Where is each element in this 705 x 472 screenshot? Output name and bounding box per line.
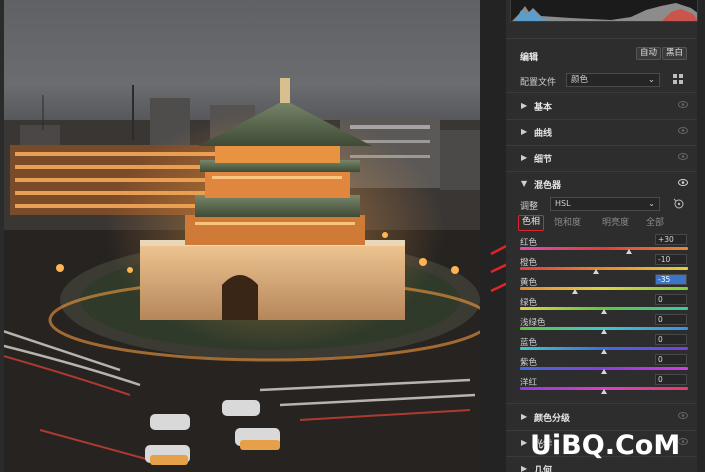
slider-thumb[interactable] bbox=[592, 269, 599, 274]
chevron-right-icon: ▶ bbox=[521, 412, 528, 421]
section-basic[interactable]: ▶ 基本 bbox=[506, 93, 697, 119]
slider-value-input[interactable]: -10 bbox=[655, 254, 687, 265]
section-detail[interactable]: ▶ 细节 bbox=[506, 145, 697, 171]
slider-track[interactable] bbox=[520, 247, 688, 250]
chevron-down-icon: ⌄ bbox=[647, 75, 655, 85]
adjust-label: 调整 bbox=[520, 202, 539, 212]
chevron-right-icon: ▶ bbox=[521, 464, 528, 472]
develop-panel: 编辑 自动 黑白 配置文件 颜色 ⌄ ▶ 基本 ▶ 曲线 ▶ 细节 ▼ 混色器 … bbox=[506, 0, 705, 472]
bell-tower-night-photo bbox=[0, 0, 480, 472]
hsl-slider-row: 洋红 0 bbox=[520, 374, 692, 396]
chevron-right-icon: ▶ bbox=[521, 127, 528, 136]
slider-track[interactable] bbox=[520, 267, 688, 270]
eye-icon[interactable] bbox=[678, 179, 688, 186]
slider-thumb[interactable] bbox=[601, 389, 607, 394]
histogram bbox=[510, 0, 698, 22]
section-label: 混色器 bbox=[534, 181, 562, 191]
slider-value-input[interactable]: 0 bbox=[655, 354, 687, 365]
hsl-slider-row: 红色 +30 bbox=[520, 234, 692, 256]
eye-icon[interactable] bbox=[678, 101, 688, 108]
slider-thumb[interactable] bbox=[571, 289, 578, 294]
chevron-down-icon: ⌄ bbox=[648, 199, 655, 208]
adjust-select[interactable]: HSL ⌄ bbox=[550, 197, 660, 211]
hsl-slider-row: 橙色 -10 bbox=[520, 254, 692, 276]
site-watermark: UiBQ.CoM bbox=[530, 430, 681, 461]
profile-label: 配置文件 bbox=[520, 78, 557, 88]
adjust-value: HSL bbox=[555, 199, 571, 208]
eye-icon[interactable] bbox=[678, 412, 688, 419]
panel-scrollbar[interactable] bbox=[697, 0, 705, 472]
slider-value-input[interactable]: 0 bbox=[655, 334, 687, 345]
hsl-slider-row: 蓝色 0 bbox=[520, 334, 692, 356]
slider-thumb[interactable] bbox=[601, 369, 607, 374]
slider-thumb[interactable] bbox=[626, 249, 633, 254]
section-label: 曲线 bbox=[534, 129, 553, 139]
chevron-right-icon: ▶ bbox=[521, 101, 528, 110]
eye-icon[interactable] bbox=[678, 153, 688, 160]
hsl-slider-row: 黄色 -35 bbox=[520, 274, 692, 296]
chevron-down-icon: ▼ bbox=[521, 179, 528, 188]
bw-button[interactable]: 黑白 bbox=[662, 47, 688, 60]
chevron-right-icon: ▶ bbox=[521, 438, 528, 447]
photo-canvas bbox=[0, 0, 480, 472]
divider bbox=[506, 38, 697, 39]
slider-value-input[interactable]: 0 bbox=[655, 314, 687, 325]
mixer-tabs: 色相 饱和度 明亮度 全部 bbox=[518, 215, 690, 231]
tab-hue[interactable]: 色相 bbox=[518, 215, 545, 231]
section-label: 基本 bbox=[534, 103, 553, 113]
slider-value-input[interactable]: -35 bbox=[655, 274, 687, 285]
eye-icon[interactable] bbox=[678, 127, 688, 134]
slider-value-input[interactable]: 0 bbox=[655, 294, 687, 305]
edit-title: 编辑 bbox=[520, 53, 539, 63]
slider-thumb[interactable] bbox=[601, 329, 607, 334]
section-color-grading[interactable]: ▶ 颜色分级 bbox=[506, 404, 697, 430]
hsl-slider-row: 紫色 0 bbox=[520, 354, 692, 376]
slider-thumb[interactable] bbox=[601, 349, 607, 354]
slider-track[interactable] bbox=[520, 287, 688, 290]
hsl-slider-row: 浅绿色 0 bbox=[520, 314, 692, 336]
section-label: 几何 bbox=[534, 466, 553, 472]
auto-button[interactable]: 自动 bbox=[636, 47, 662, 60]
histogram-graph bbox=[512, 3, 697, 21]
section-label: 颜色分级 bbox=[534, 414, 571, 424]
tab-luminance[interactable]: 明亮度 bbox=[602, 215, 629, 231]
chevron-right-icon: ▶ bbox=[521, 153, 528, 162]
tab-saturation[interactable]: 饱和度 bbox=[554, 215, 581, 231]
targeted-adjustment-icon[interactable] bbox=[673, 198, 685, 210]
slider-thumb[interactable] bbox=[601, 309, 607, 314]
section-curve[interactable]: ▶ 曲线 bbox=[506, 119, 697, 145]
profile-value: 颜色 bbox=[571, 75, 589, 85]
profile-select[interactable]: 颜色 ⌄ bbox=[566, 73, 660, 87]
hsl-slider-row: 绿色 0 bbox=[520, 294, 692, 316]
section-label: 细节 bbox=[534, 155, 553, 165]
slider-value-input[interactable]: +30 bbox=[655, 234, 687, 245]
section-mixer[interactable]: ▼ 混色器 bbox=[506, 171, 697, 197]
slider-value-input[interactable]: 0 bbox=[655, 374, 687, 385]
tab-all[interactable]: 全部 bbox=[646, 215, 664, 231]
profile-browser-icon[interactable] bbox=[673, 74, 683, 84]
